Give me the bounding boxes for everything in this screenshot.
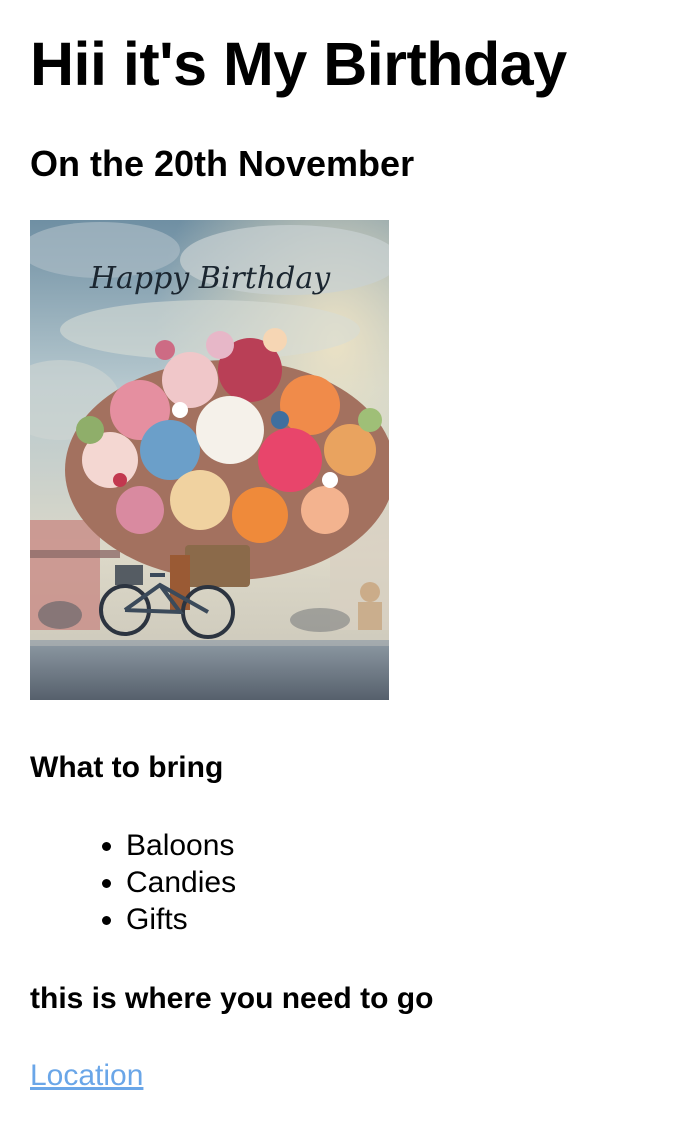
location-link[interactable]: Location (30, 1058, 143, 1094)
birthday-photo: Happy Birthday (30, 220, 389, 700)
bring-list: Baloons Candies Gifts (30, 827, 236, 938)
photo-caption: Happy Birthday (89, 261, 331, 296)
page: Hii it's My Birthday On the 20th Novembe… (0, 0, 682, 1134)
where-to-go-heading: this is where you need to go (30, 982, 434, 1015)
date-heading: On the 20th November (30, 143, 415, 184)
what-to-bring-heading: What to bring (30, 751, 224, 784)
list-item: Gifts (126, 901, 236, 938)
page-title: Hii it's My Birthday (30, 30, 567, 98)
list-item: Candies (126, 864, 236, 901)
list-item: Baloons (126, 827, 236, 864)
